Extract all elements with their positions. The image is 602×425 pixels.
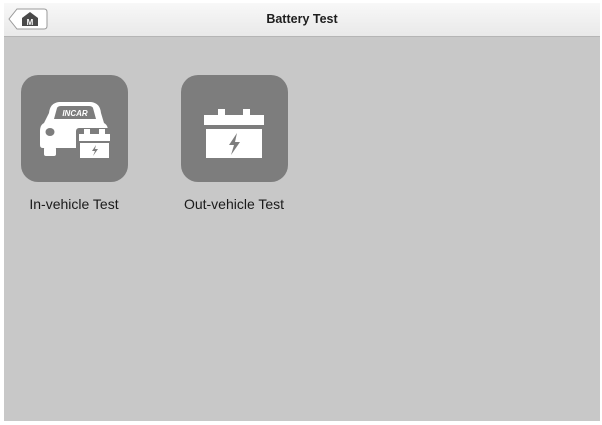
tile-label-out-vehicle: Out-vehicle Test — [183, 196, 285, 212]
tile-out-vehicle-test[interactable]: Out-vehicle Test — [164, 75, 304, 212]
tile-label-in-vehicle: In-vehicle Test — [29, 196, 119, 212]
incar-label: INCAR — [62, 109, 88, 118]
title-bar: M Battery Test — [4, 3, 600, 37]
page-title: Battery Test — [266, 12, 338, 26]
app-screen: M Battery Test INCAR In-vehicle Test Out… — [4, 3, 600, 421]
tile-in-vehicle-test[interactable]: INCAR In-vehicle Test — [4, 75, 144, 212]
in-vehicle-battery-icon: INCAR — [20, 75, 128, 182]
out-vehicle-battery-icon — [180, 75, 288, 182]
